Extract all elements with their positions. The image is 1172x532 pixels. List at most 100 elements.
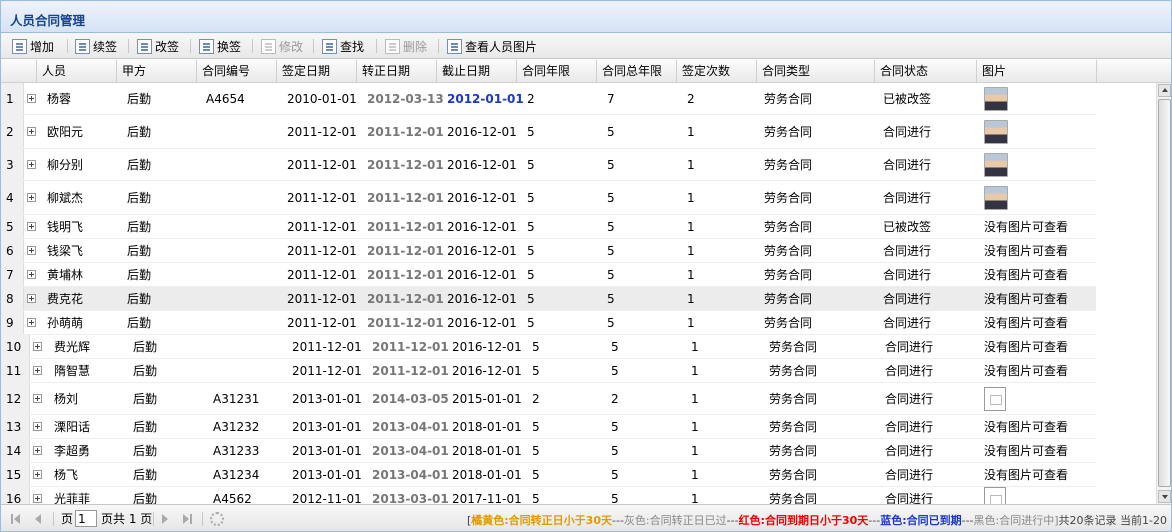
expand-toggle[interactable] [33,463,42,486]
row-number: 14 [1,439,30,462]
header-confirm-date[interactable]: 转正日期 [357,60,437,83]
person-photo[interactable] [984,185,1008,210]
expand-icon [27,318,36,327]
table-row[interactable]: 10 费光辉 后勤 2011-12-01 2011-12-01 2016-12-01 5 5 1… [1,335,1096,359]
table-row[interactable]: 7 黄埔林 后勤 2011-12-01 2011-12-01 2016-12-01 5 5 1 劳… [1,263,1096,287]
cell-type: 劳务合同 [764,316,813,330]
cell-end-date: 2012-01-01 [447,91,524,106]
expand-toggle[interactable] [27,287,36,310]
find-icon [322,38,337,54]
expand-toggle[interactable] [33,487,42,504]
expand-toggle[interactable] [27,83,36,114]
expand-toggle[interactable] [27,181,36,214]
expand-icon [27,270,36,279]
legend-black: 黑色:合同进行中] [973,514,1059,527]
table-row[interactable]: 4 柳斌杰 后勤 2011-12-01 2011-12-01 2016-12-01 5 5 1 劳… [1,181,1096,215]
header-status[interactable]: 合同状态 [875,60,977,83]
row-number: 7 [1,263,24,286]
expand-toggle[interactable] [27,239,36,262]
header-sign-date[interactable]: 签定日期 [277,60,357,83]
renew-button[interactable]: 续签 [75,37,117,55]
change-sign-button[interactable]: 换签 [199,37,241,55]
no-photo-file-icon[interactable] [984,386,1006,411]
person-photo[interactable] [984,152,1008,177]
prev-page-button[interactable] [35,510,41,527]
header-party-a[interactable]: 甲方 [117,60,197,83]
expand-toggle[interactable] [33,359,42,382]
expand-toggle[interactable] [27,311,36,334]
cell-sign-count: 1 [687,267,695,282]
cell-status: 合同进行 [883,158,932,172]
expand-toggle[interactable] [27,263,36,286]
header-photo[interactable]: 图片 [977,60,1097,83]
cell-end-date: 2018-01-01 [452,443,522,458]
table-row[interactable]: 12 杨刘 后勤 A31231 2013-01-01 2014-03-05 2015-01-… [1,383,1096,415]
table-row[interactable]: 2 欧阳元 后勤 2011-12-01 2011-12-01 2016-12-01 5 5 1 劳… [1,115,1096,149]
next-page-button[interactable] [162,510,168,527]
scroll-up-icon[interactable] [1158,84,1171,97]
expand-toggle[interactable] [27,115,36,148]
row-number: 9 [1,311,24,334]
expand-toggle[interactable] [33,439,42,462]
header-contract-no[interactable]: 合同编号 [197,60,277,83]
cell-type: 劳务合同 [769,340,818,354]
edit-button[interactable]: 修改 [261,37,303,55]
header-total-years[interactable]: 合同总年限 [597,60,677,83]
cell-sign-count: 1 [687,219,695,234]
expand-toggle[interactable] [33,415,42,438]
expand-toggle[interactable] [33,383,42,414]
cell-status: 合同进行 [883,244,932,258]
refresh-button[interactable] [210,510,224,527]
renew-icon [75,38,90,54]
scroll-down-icon[interactable] [1158,490,1171,503]
person-photo[interactable] [984,86,1008,111]
table-row[interactable]: 11 隋智慧 后勤 2011-12-01 2011-12-01 2016-12-01 5 5 1… [1,359,1096,383]
add-button[interactable]: 增加 [12,37,54,55]
table-row[interactable]: 13 溧阳话 后勤 A31232 2013-01-01 2013-04-01 2018-01… [1,415,1096,439]
no-photo-file-icon[interactable] [984,487,1006,504]
scroll-thumb[interactable] [1158,99,1171,487]
table-row[interactable]: 9 孙萌萌 后勤 2011-12-01 2011-12-01 2016-12-01 5 5 1 劳… [1,311,1096,335]
toolbar: 增加 续签 改签 换签 修改 查找 删除 查看人员图片 [1,33,1171,59]
expand-toggle[interactable] [27,149,36,180]
table-row[interactable]: 15 杨飞 后勤 A31234 2013-01-01 2013-04-01 2018-01-… [1,463,1096,487]
person-photo[interactable] [984,119,1008,144]
header-sign-count[interactable]: 签定次数 [677,60,757,83]
first-page-button[interactable] [11,510,20,527]
cell-photo [984,487,1006,504]
table-row[interactable]: 5 钱明飞 后勤 2011-12-01 2011-12-01 2016-12-01 5 5 1 劳… [1,215,1096,239]
table-row[interactable]: 8 费克花 后勤 2011-12-01 2011-12-01 2016-12-01 5 5 1 劳… [1,287,1096,311]
cell-years: 5 [527,190,535,205]
cell-end-date: 2016-12-01 [452,339,522,354]
table-row[interactable]: 16 光菲菲 后勤 A4562 2012-11-01 2013-03-01 2017-11-… [1,487,1096,504]
header-years[interactable]: 合同年限 [517,60,597,83]
cell-confirm-date: 2012-03-13 [367,91,444,106]
cell-photo: 没有图片可查看 [984,215,1068,238]
page-input[interactable] [75,510,97,527]
cell-status: 合同进行 [885,420,934,434]
expand-toggle[interactable] [33,335,42,358]
last-page-button[interactable] [183,510,192,527]
cell-sign-date: 2011-12-01 [287,124,357,139]
table-row[interactable]: 1 杨蓉 后勤 A4654 2010-01-01 2012-03-13 2012-01-01… [1,83,1096,115]
cell-type: 劳务合同 [764,220,813,234]
table-row[interactable]: 3 柳分别 后勤 2011-12-01 2011-12-01 2016-12-01 5 5 1 劳… [1,149,1096,181]
expand-toggle[interactable] [27,215,36,238]
table-row[interactable]: 6 钱梁飞 后勤 2011-12-01 2011-12-01 2016-12-01 5 5 1 劳… [1,239,1096,263]
expand-icon [33,494,42,503]
find-button[interactable]: 查找 [322,37,364,55]
cell-years: 5 [527,291,535,306]
cell-total-years: 5 [607,219,615,234]
delete-button[interactable]: 删除 [385,37,427,55]
cell-sign-date: 2011-12-01 [292,339,362,354]
modify-sign-button[interactable]: 改签 [137,37,179,55]
view-photo-button[interactable]: 查看人员图片 [447,37,537,55]
cell-status: 合同进行 [885,468,934,482]
header-person[interactable]: 人员 [37,60,117,83]
cell-end-date: 2015-01-01 [452,391,522,406]
header-type[interactable]: 合同类型 [757,60,875,83]
table-row[interactable]: 14 李超勇 后勤 A31233 2013-01-01 2013-04-01 2018-01… [1,439,1096,463]
header-end-date[interactable]: 截止日期 [437,60,517,83]
row-number: 12 [1,383,30,414]
vertical-scrollbar[interactable] [1156,83,1171,504]
